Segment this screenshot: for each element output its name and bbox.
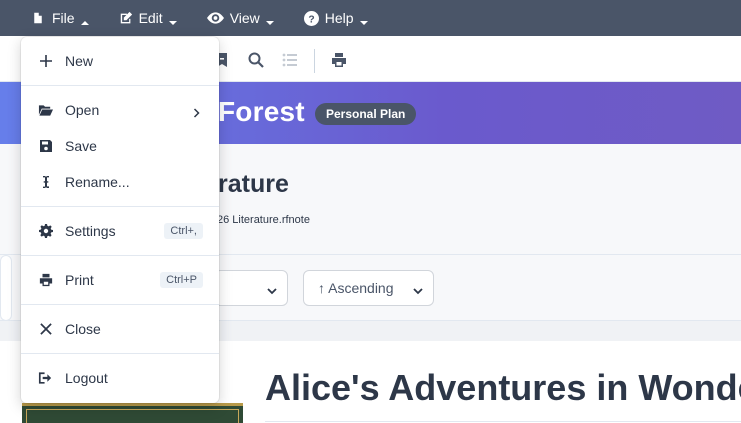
svg-text:?: ? xyxy=(308,14,314,25)
save-icon xyxy=(38,139,53,154)
eye-icon xyxy=(206,11,224,25)
file-menu-rename[interactable]: Rename... xyxy=(21,165,219,199)
print-shortcut: Ctrl+P xyxy=(160,272,203,288)
file-menu-new-label: New xyxy=(65,53,94,69)
caret-down-icon xyxy=(168,14,177,25)
list-icon[interactable] xyxy=(282,52,298,68)
chevron-down-icon xyxy=(267,283,277,295)
file-menu-close[interactable]: Close xyxy=(21,312,219,346)
file-menu-logout[interactable]: Logout xyxy=(21,361,219,395)
print-icon xyxy=(38,273,53,288)
file-menu-dropdown: New Open Save Rename... Settings Ctrl+, xyxy=(21,37,219,403)
text-cursor-icon xyxy=(38,175,53,190)
print-icon[interactable] xyxy=(331,52,347,68)
menu-help[interactable]: ? Help xyxy=(303,0,368,36)
menu-edit[interactable]: Edit xyxy=(119,0,177,36)
file-menu-logout-label: Logout xyxy=(65,370,108,386)
chevron-down-icon xyxy=(413,283,423,295)
file-menu-print-label: Print xyxy=(65,272,94,288)
plan-badge: Personal Plan xyxy=(315,103,417,125)
plus-icon xyxy=(38,54,53,69)
help-icon: ? xyxy=(303,10,319,26)
menu-edit-label: Edit xyxy=(138,10,163,26)
control-card xyxy=(0,255,12,321)
sort-field-select[interactable] xyxy=(214,270,288,306)
settings-shortcut: Ctrl+, xyxy=(164,223,203,239)
edit-icon xyxy=(119,11,133,25)
workspace-title: Forest xyxy=(218,96,305,127)
gear-icon xyxy=(38,224,53,239)
document-filename: 26 Literature.rfnote xyxy=(217,214,310,226)
file-menu-new[interactable]: New xyxy=(21,44,219,78)
toolbar-divider xyxy=(314,49,315,73)
menu-divider xyxy=(21,255,219,256)
menu-divider xyxy=(21,206,219,207)
menu-file-label: File xyxy=(52,10,75,26)
menu-file[interactable]: File xyxy=(32,0,89,36)
document-title: rature xyxy=(218,170,289,198)
file-menu-save[interactable]: Save xyxy=(21,129,219,163)
file-menu-close-label: Close xyxy=(65,321,101,337)
caret-down-icon xyxy=(359,14,368,25)
menu-divider xyxy=(21,353,219,354)
file-menu-open-label: Open xyxy=(65,102,100,118)
menu-divider xyxy=(21,304,219,305)
file-icon xyxy=(32,11,46,25)
menu-help-label: Help xyxy=(324,10,354,26)
file-menu-settings-label: Settings xyxy=(65,223,116,239)
file-menu-rename-label: Rename... xyxy=(65,174,130,190)
file-menu-open[interactable]: Open xyxy=(21,93,219,127)
logout-icon xyxy=(38,371,53,386)
chevron-right-icon xyxy=(193,105,201,118)
search-icon[interactable] xyxy=(248,52,264,68)
sort-order-value: ↑ Ascending xyxy=(318,280,394,296)
close-icon xyxy=(38,322,53,337)
caret-up-icon xyxy=(80,14,89,25)
file-menu-save-label: Save xyxy=(65,138,97,154)
book-title: Alice's Adventures in Wonde xyxy=(265,367,741,408)
sort-order-select[interactable]: ↑ Ascending xyxy=(303,270,434,306)
file-menu-settings[interactable]: Settings Ctrl+, xyxy=(21,214,219,248)
menubar: File Edit View ? Help xyxy=(0,0,741,36)
folder-open-icon xyxy=(38,103,53,118)
book-cover-image xyxy=(22,403,243,423)
menu-divider xyxy=(21,85,219,86)
menu-view-label: View xyxy=(229,10,260,26)
menu-view[interactable]: View xyxy=(206,0,274,36)
caret-down-icon xyxy=(265,14,274,25)
title-underline xyxy=(265,421,741,422)
file-menu-print[interactable]: Print Ctrl+P xyxy=(21,263,219,297)
